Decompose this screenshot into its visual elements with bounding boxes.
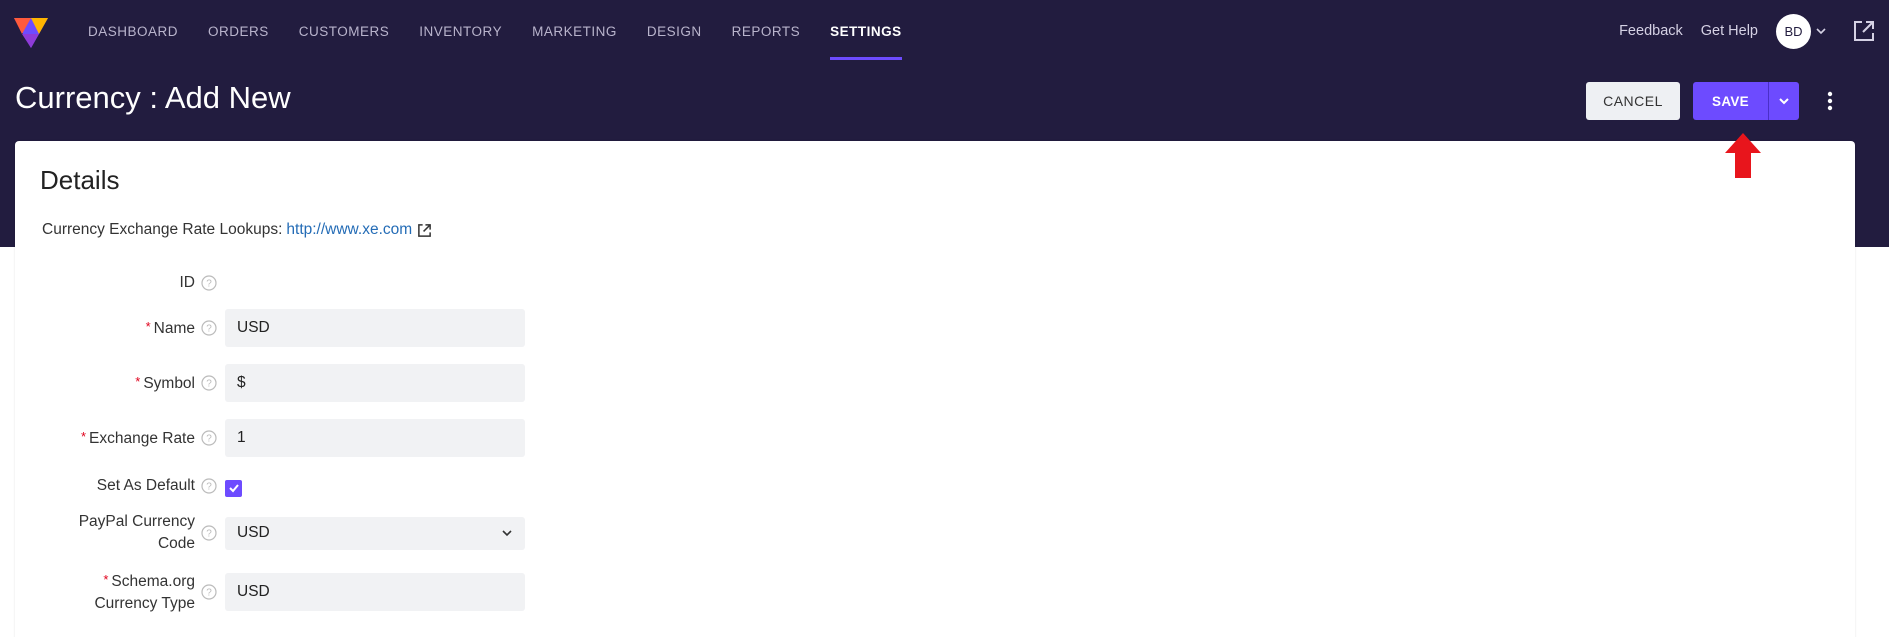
chevron-down-icon bbox=[1779, 98, 1789, 105]
cancel-button[interactable]: CANCEL bbox=[1586, 82, 1680, 120]
symbol-row: * Symbol ? bbox=[15, 363, 615, 403]
symbol-label: * Symbol bbox=[135, 374, 195, 392]
app-logo-icon[interactable] bbox=[13, 12, 49, 50]
svg-text:?: ? bbox=[206, 379, 212, 390]
checkmark-icon bbox=[228, 484, 239, 493]
nav-customers[interactable]: CUSTOMERS bbox=[299, 0, 390, 62]
save-button[interactable]: SAVE bbox=[1693, 82, 1768, 120]
id-row: ID ? bbox=[15, 271, 615, 295]
open-external-icon[interactable] bbox=[1853, 20, 1875, 42]
page-title: Currency : Add New bbox=[15, 80, 291, 115]
chevron-down-icon bbox=[502, 530, 512, 537]
get-help-link[interactable]: Get Help bbox=[1701, 23, 1758, 39]
name-row: * Name ? bbox=[15, 308, 615, 348]
help-icon[interactable]: ? bbox=[201, 320, 217, 336]
nav-design[interactable]: DESIGN bbox=[647, 0, 702, 62]
svg-text:?: ? bbox=[206, 529, 212, 540]
xe-link[interactable]: http://www.xe.com bbox=[286, 221, 412, 239]
svg-text:?: ? bbox=[206, 279, 212, 290]
svg-text:?: ? bbox=[206, 434, 212, 445]
save-options-dropdown[interactable] bbox=[1768, 82, 1799, 120]
nav-inventory[interactable]: INVENTORY bbox=[419, 0, 502, 62]
set-default-row: Set As Default ? bbox=[15, 474, 615, 498]
chevron-down-icon[interactable] bbox=[1815, 25, 1827, 37]
arrow-up-icon bbox=[1725, 133, 1761, 178]
help-icon[interactable]: ? bbox=[201, 375, 217, 391]
feedback-link[interactable]: Feedback bbox=[1619, 23, 1683, 39]
nav-orders[interactable]: ORDERS bbox=[208, 0, 269, 62]
symbol-field[interactable] bbox=[225, 364, 525, 402]
schema-currency-label: * Schema.org Currency Type bbox=[94, 572, 195, 612]
lookup-label: Currency Exchange Rate Lookups: bbox=[42, 221, 283, 238]
paypal-currency-row: PayPal Currency Code ? USD bbox=[15, 509, 615, 557]
paypal-currency-select[interactable]: USD bbox=[225, 516, 525, 550]
name-label: * Name bbox=[145, 319, 195, 337]
details-card: Details Currency Exchange Rate Lookups: … bbox=[15, 141, 1855, 637]
name-field[interactable] bbox=[225, 309, 525, 347]
exchange-rate-row: * Exchange Rate ? bbox=[15, 418, 615, 458]
external-link-icon[interactable] bbox=[417, 223, 432, 238]
help-icon[interactable]: ? bbox=[201, 430, 217, 446]
paypal-currency-value: USD bbox=[237, 524, 270, 541]
nav-dashboard[interactable]: DASHBOARD bbox=[88, 0, 178, 62]
nav-settings[interactable]: SETTINGS bbox=[830, 0, 902, 62]
help-icon[interactable]: ? bbox=[201, 275, 217, 291]
main-nav: DASHBOARD ORDERS CUSTOMERS INVENTORY MAR… bbox=[88, 0, 932, 62]
avatar[interactable]: BD bbox=[1776, 13, 1811, 49]
set-default-checkbox[interactable] bbox=[225, 479, 242, 497]
paypal-currency-label: PayPal Currency Code bbox=[78, 513, 195, 552]
more-options-icon[interactable] bbox=[1820, 90, 1840, 112]
id-label: ID bbox=[179, 274, 196, 291]
exchange-rate-label: * Exchange Rate bbox=[80, 429, 195, 447]
card-title: Details bbox=[40, 165, 120, 195]
save-button-group: SAVE bbox=[1693, 82, 1799, 120]
help-icon[interactable]: ? bbox=[201, 525, 217, 541]
svg-text:?: ? bbox=[206, 588, 212, 599]
nav-marketing[interactable]: MARKETING bbox=[532, 0, 617, 62]
nav-reports[interactable]: REPORTS bbox=[732, 0, 801, 62]
schema-currency-field[interactable] bbox=[225, 573, 525, 611]
schema-currency-row: * Schema.org Currency Type ? bbox=[15, 568, 615, 616]
help-icon[interactable]: ? bbox=[201, 478, 217, 494]
exchange-rate-lookup: Currency Exchange Rate Lookups: http://w… bbox=[42, 221, 432, 239]
svg-text:?: ? bbox=[206, 324, 212, 335]
help-icon[interactable]: ? bbox=[201, 584, 217, 600]
nav-right-actions: Feedback Get Help BD bbox=[1619, 0, 1889, 62]
svg-text:?: ? bbox=[206, 482, 212, 493]
top-navigation: DASHBOARD ORDERS CUSTOMERS INVENTORY MAR… bbox=[0, 0, 1889, 62]
set-default-label: Set As Default bbox=[96, 477, 195, 494]
exchange-rate-field[interactable] bbox=[225, 419, 525, 457]
